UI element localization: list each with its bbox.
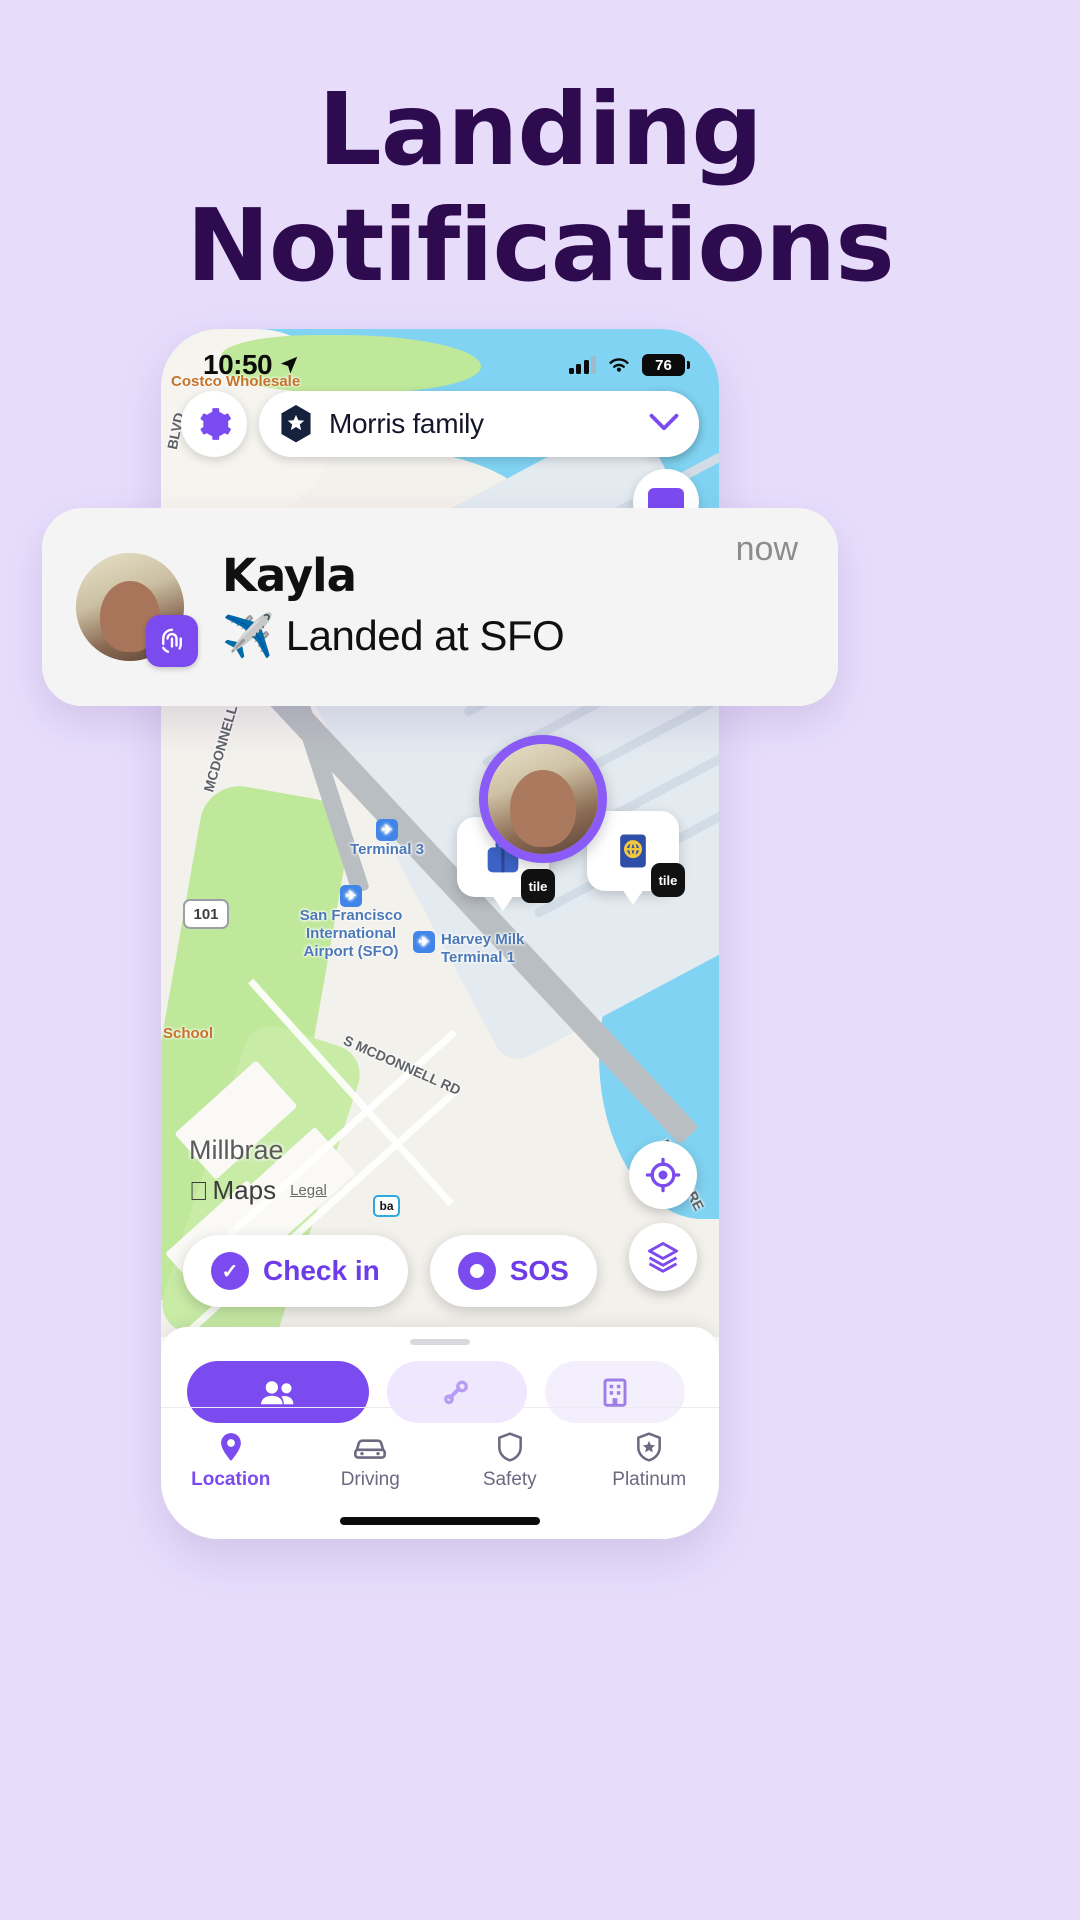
notification-timestamp: now bbox=[735, 530, 798, 568]
status-bar-indicators: 76 bbox=[568, 354, 690, 376]
life360-fingerprint-icon bbox=[146, 615, 198, 667]
layers-icon bbox=[648, 1242, 678, 1273]
check-in-label: Check in bbox=[263, 1255, 380, 1286]
page-title: Landing Notifications bbox=[0, 72, 1080, 304]
map-layers-button[interactable] bbox=[629, 1223, 697, 1291]
cellular-signal-icon bbox=[568, 356, 596, 374]
notification-sender: Kayla bbox=[222, 549, 357, 602]
settings-button[interactable] bbox=[181, 391, 247, 457]
sos-icon bbox=[457, 1252, 496, 1290]
tab-driving[interactable]: Driving bbox=[301, 1431, 441, 1491]
shield-icon bbox=[497, 1431, 522, 1462]
tile-brand-badge: tile bbox=[651, 863, 685, 897]
tile-brand-badge: tile bbox=[521, 869, 555, 903]
page-title-line-2: Notifications bbox=[186, 187, 895, 304]
airport-terminal-icon: ✈ bbox=[376, 819, 398, 841]
bottom-tab-bar: Location Driving Safety Platinum bbox=[161, 1407, 719, 1503]
bart-station-icon[interactable]: ba bbox=[373, 1195, 400, 1217]
home-indicator bbox=[340, 1517, 540, 1525]
tab-platinum[interactable]: Platinum bbox=[580, 1431, 720, 1491]
recenter-button[interactable] bbox=[629, 1141, 697, 1209]
tab-safety-label: Safety bbox=[482, 1468, 537, 1490]
harvey-milk-label[interactable]: ✈ Harvey Milk Terminal 1 bbox=[413, 931, 583, 967]
map-action-row: ✓ Check in SOS bbox=[183, 1235, 597, 1307]
check-in-button[interactable]: ✓ Check in bbox=[183, 1235, 408, 1307]
status-bar-time-group: 10:50 bbox=[203, 349, 300, 381]
sheet-grabber[interactable] bbox=[410, 1339, 470, 1345]
bottom-sheet[interactable]: Location Driving Safety Platinum bbox=[161, 1327, 719, 1539]
tab-platinum-label: Platinum bbox=[612, 1468, 687, 1490]
status-bar: 10:50 76 bbox=[161, 329, 719, 387]
car-icon bbox=[354, 1438, 387, 1459]
notification-message: Landed at SFO bbox=[285, 612, 565, 659]
location-arrow-icon bbox=[280, 356, 298, 374]
airport-icon: ✈ bbox=[340, 885, 362, 907]
landing-notification-card[interactable]: Kayla ✈️ Landed at SFO now bbox=[42, 508, 838, 706]
map-top-controls: Morris family bbox=[161, 391, 719, 457]
apple-logo-icon:  bbox=[189, 1178, 209, 1204]
circle-selector[interactable]: Morris family bbox=[259, 391, 699, 457]
school-poi[interactable]: School bbox=[163, 1025, 213, 1042]
screenshot-root: Landing Notifications Costco Wholesale S… bbox=[0, 0, 1080, 1920]
battery-indicator: 76 bbox=[642, 354, 690, 376]
highway-101-shield: 101 bbox=[183, 899, 229, 929]
check-circle-icon: ✓ bbox=[211, 1252, 249, 1290]
gear-icon bbox=[200, 408, 232, 440]
map-pin-icon bbox=[220, 1432, 241, 1461]
tab-safety[interactable]: Safety bbox=[440, 1431, 580, 1491]
tab-driving-label: Driving bbox=[340, 1468, 400, 1490]
circle-name: Morris family bbox=[329, 408, 484, 439]
apple-maps-attribution:  Maps Legal bbox=[189, 1175, 327, 1206]
building-icon bbox=[603, 1378, 627, 1407]
map-legal-link[interactable]: Legal bbox=[290, 1182, 327, 1199]
page-title-line-1: Landing bbox=[317, 71, 763, 188]
star-shield-icon bbox=[637, 1431, 662, 1462]
wifi-icon bbox=[609, 358, 629, 372]
sos-label: SOS bbox=[509, 1255, 569, 1286]
tab-location-label: Location bbox=[191, 1468, 271, 1490]
sos-button[interactable]: SOS bbox=[429, 1235, 597, 1307]
people-icon bbox=[261, 1381, 294, 1405]
sfo-label[interactable]: ✈ San Francisco International Airport (S… bbox=[271, 885, 431, 961]
airport-terminal-icon: ✈ bbox=[413, 931, 435, 953]
kayla-location-marker[interactable] bbox=[479, 735, 607, 863]
airplane-icon: ✈️ bbox=[222, 612, 274, 659]
pet-bone-icon bbox=[444, 1380, 468, 1405]
terminal-3-label[interactable]: ✈ Terminal 3 bbox=[327, 819, 447, 859]
status-bar-time: 10:50 bbox=[203, 349, 273, 380]
avatar bbox=[76, 553, 198, 667]
notification-message-row: ✈️ Landed at SFO bbox=[222, 608, 736, 664]
crosshair-icon bbox=[645, 1157, 681, 1193]
tab-location[interactable]: Location bbox=[161, 1431, 301, 1491]
passport-icon bbox=[620, 834, 646, 868]
chevron-down-icon[interactable] bbox=[649, 412, 679, 436]
hexagon-star-icon bbox=[277, 403, 315, 445]
city-label: Millbrae bbox=[189, 1135, 284, 1165]
notification-body: Kayla ✈️ Landed at SFO bbox=[222, 550, 736, 664]
